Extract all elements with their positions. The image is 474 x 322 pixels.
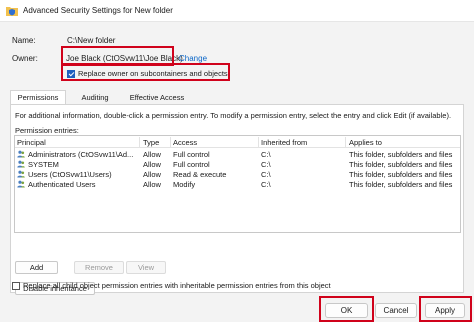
tab-effective-access[interactable]: Effective Access [123, 90, 191, 104]
access-cell: Modify [173, 180, 196, 189]
inherited-cell: C:\ [261, 160, 271, 169]
access-cell: Full control [173, 150, 210, 159]
users-icon [17, 150, 25, 158]
applies-cell: This folder, subfolders and files [349, 170, 453, 179]
column-divider[interactable] [170, 137, 171, 147]
principal-cell: Authenticated Users [28, 180, 96, 189]
window-title: Advanced Security Settings for New folde… [23, 6, 173, 15]
add-button[interactable]: Add [15, 261, 58, 274]
type-cell: Allow [143, 180, 161, 189]
folder-shield-icon [6, 7, 18, 16]
list-header: Principal Type Access Inherited from App… [15, 136, 460, 148]
table-row[interactable]: Authenticated Users Allow Modify C:\ Thi… [15, 179, 460, 189]
owner-value: Joe Black (CtOSvw11\Joe Black) [66, 54, 183, 63]
table-row[interactable]: SYSTEM Allow Full control C:\ This folde… [15, 159, 460, 169]
replace-owner-checkbox[interactable] [67, 70, 75, 78]
name-value: C:\New folder [67, 36, 116, 45]
column-divider[interactable] [345, 137, 346, 147]
view-button[interactable]: View [126, 261, 166, 274]
users-icon [17, 160, 25, 168]
type-cell: Allow [143, 170, 161, 179]
change-owner-link[interactable]: Change [179, 54, 207, 63]
tab-auditing[interactable]: Auditing [67, 90, 123, 104]
title-bar: Advanced Security Settings for New folde… [0, 0, 474, 22]
ok-button[interactable]: OK [325, 303, 368, 318]
tab-permissions[interactable]: Permissions [10, 90, 66, 105]
principal-cell: Users (CtOSvw11\Users) [28, 170, 112, 179]
replace-owner-label: Replace owner on subcontainers and objec… [78, 69, 228, 78]
apply-button[interactable]: Apply [425, 303, 465, 318]
info-text: For additional information, double-click… [15, 111, 452, 120]
column-divider[interactable] [258, 137, 259, 147]
owner-label: Owner: [12, 54, 38, 63]
users-icon [17, 180, 25, 188]
inherited-cell: C:\ [261, 170, 271, 179]
inherited-cell: C:\ [261, 180, 271, 189]
replace-child-entries-label: Replace all child object permission entr… [23, 281, 331, 290]
table-row[interactable]: Administrators (CtOSvw11\Ad... Allow Ful… [15, 149, 460, 159]
table-row[interactable]: Users (CtOSvw11\Users) Allow Read & exec… [15, 169, 460, 179]
column-divider[interactable] [139, 137, 140, 147]
name-label: Name: [12, 36, 36, 45]
applies-cell: This folder, subfolders and files [349, 160, 453, 169]
principal-cell: Administrators (CtOSvw11\Ad... [28, 150, 134, 159]
type-cell: Allow [143, 150, 161, 159]
applies-cell: This folder, subfolders and files [349, 180, 453, 189]
principal-cell: SYSTEM [28, 160, 59, 169]
column-header-access[interactable]: Access [173, 138, 197, 147]
cancel-button[interactable]: Cancel [375, 303, 417, 318]
permission-entries-label: Permission entries: [15, 126, 79, 135]
type-cell: Allow [143, 160, 161, 169]
access-cell: Full control [173, 160, 210, 169]
access-cell: Read & execute [173, 170, 227, 179]
replace-child-entries-checkbox[interactable] [12, 282, 20, 290]
remove-button[interactable]: Remove [74, 261, 124, 274]
inherited-cell: C:\ [261, 150, 271, 159]
column-header-inherited-from[interactable]: Inherited from [261, 138, 307, 147]
column-header-type[interactable]: Type [143, 138, 159, 147]
dialog-body: Name: C:\New folder Owner: Joe Black (Ct… [0, 22, 474, 322]
users-icon [17, 170, 25, 178]
column-header-principal[interactable]: Principal [17, 138, 46, 147]
permission-entries-list[interactable]: Principal Type Access Inherited from App… [14, 135, 461, 233]
column-header-applies-to[interactable]: Applies to [349, 138, 382, 147]
applies-cell: This folder, subfolders and files [349, 150, 453, 159]
permissions-panel: For additional information, double-click… [10, 104, 464, 295]
